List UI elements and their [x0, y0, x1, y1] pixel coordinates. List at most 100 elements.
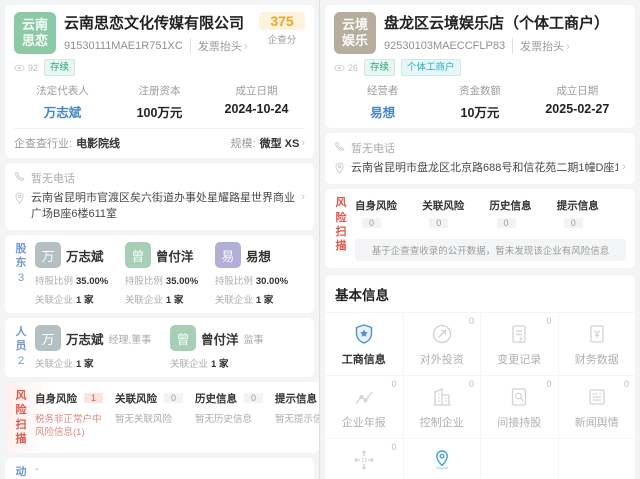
grid-item-indirect-holdings[interactable]: 0 间接持股: [480, 375, 558, 438]
fact-founded-date: 成立日期 2024-10-24: [208, 83, 305, 121]
grid-item-label: 对外投资: [420, 351, 464, 367]
change-record-icon: [507, 322, 531, 346]
address-row[interactable]: 云南省昆明市官渡区矣六街道办事处星耀路星世界商业广场B座6楼611室 ›: [14, 191, 305, 223]
grid-item-outbound-investment[interactable]: 0 对外投资: [403, 312, 481, 375]
doc-search-icon: [507, 385, 531, 409]
related-companies: 关联企业1 家: [170, 356, 305, 370]
dynamics-card[interactable]: 动态 - 被列入税务非正常户，列入机关：国家税务总局昆明市官渡区...: [5, 458, 314, 479]
company-head-text: 云南思恋文化传媒有限公司 91530111MAE1R751XC 发票抬头›: [64, 12, 259, 54]
invoice-title-label: 发票抬头: [520, 41, 564, 53]
shareholder-item[interactable]: 曾曾付洋 持股比例35.00% 关联企业1 家: [125, 242, 215, 306]
nearby-pin-icon: [430, 448, 454, 472]
grid-item-label: 企业年报: [342, 414, 386, 430]
grid-item-change-records[interactable]: 0 变更记录: [480, 312, 558, 375]
grid-item-annual-report[interactable]: 0 企业年报: [325, 375, 403, 438]
shareholder-item[interactable]: 易易想 持股比例30.00% 关联企业1 家: [215, 242, 305, 306]
view-count-value: 26: [348, 63, 358, 73]
shareholder-item[interactable]: 万万志斌 持股比例35.00% 关联企业1 家: [35, 242, 125, 306]
grid-item-controlled-companies[interactable]: 0 控制企业: [403, 375, 481, 438]
fact-value-link[interactable]: 易想: [334, 102, 431, 121]
fact-value-link[interactable]: 万志斌: [14, 102, 111, 121]
basic-info-title: 基本信息: [325, 284, 635, 312]
risk-name: 关联风险: [115, 393, 157, 405]
eye-icon: [334, 64, 345, 72]
grid-item-count: 0: [624, 379, 629, 389]
phone-status: 暂无电话: [31, 170, 75, 186]
company-head-text: 盘龙区云境娱乐店（个体工商户） 92530103MAECCFLP83 发票抬头›: [384, 12, 626, 54]
address-row[interactable]: 云南省昆明市盘龙区北京路688号和信花苑二期1幢D座1407 ›: [334, 161, 626, 177]
phone-icon: [334, 141, 346, 152]
fact-label: 经营者: [334, 83, 431, 98]
shareholder-name: 万志斌: [66, 246, 104, 265]
view-count: 26: [334, 63, 358, 73]
person-name: 万志斌: [66, 329, 104, 348]
dynamics-dash: -: [35, 465, 305, 475]
risk-col-self[interactable]: 自身风险0: [355, 196, 422, 232]
invoice-title-label: 发票抬头: [198, 41, 242, 53]
company-title: 盘龙区云境娱乐店（个体工商户）: [384, 12, 626, 33]
credit-code: 92530103MAECCFLP83: [384, 40, 505, 52]
risk-col-self[interactable]: 自身风险1 税务非正常户中风险信息(1): [35, 389, 115, 446]
risk-col-related[interactable]: 关联风险0: [422, 196, 489, 232]
industry-scale-row[interactable]: 企查查行业: 电影院线 规模: 微型 XS ›: [14, 128, 305, 151]
risk-name: 提示信息: [275, 393, 317, 405]
grid-item-financial-data[interactable]: 财务数据: [558, 312, 636, 375]
location-pin-icon: [14, 192, 26, 204]
risk-scan-card: 风险扫描 自身风险0 关联风险0 历史信息0 提示信息0 基于企查查收录的公开数…: [325, 189, 635, 268]
shareholders-section-label: 股东3: [14, 242, 28, 306]
view-count-value: 92: [28, 63, 38, 73]
grid-filler-cell: [558, 438, 636, 479]
risk-col-hint[interactable]: 提示信息 暂无提示信息: [275, 389, 319, 446]
grid-item-count: 0: [469, 316, 474, 326]
risk-count-badge: 1: [84, 393, 103, 403]
contact-card: 暂无电话 云南省昆明市盘龙区北京路688号和信花苑二期1幢D座1407 ›: [325, 133, 635, 184]
financial-doc-icon: [585, 322, 609, 346]
chevron-right-icon: ›: [244, 41, 248, 53]
chevron-right-icon: ›: [301, 137, 305, 149]
news-icon: [585, 385, 609, 409]
grid-item-suspected-relations[interactable]: 0 疑似关系: [325, 438, 403, 479]
personnel-item[interactable]: 万万志斌经理,董事 关联企业1 家: [35, 325, 170, 370]
investment-icon: [430, 322, 454, 346]
shareholder-name: 易想: [246, 246, 271, 265]
location-pin-icon: [334, 162, 346, 174]
risk-col-hint[interactable]: 提示信息0: [557, 196, 624, 232]
shareholding-ratio: 持股比例35.00%: [125, 273, 215, 287]
qcc-score-badge[interactable]: 375 企查分: [259, 12, 305, 46]
fact-label: 注册资本: [111, 83, 208, 98]
status-tag-row: 26 存续 个体工商户: [334, 59, 626, 76]
logo-text-line2: 思恋: [22, 33, 48, 49]
grid-filler-cell: [480, 438, 558, 479]
risk-columns: 自身风险0 关联风险0 历史信息0 提示信息0: [355, 196, 626, 232]
score-value: 375: [259, 12, 305, 30]
fact-capital-amount: 资金数额 10万元: [431, 83, 528, 121]
invoice-title-link[interactable]: 发票抬头›: [512, 38, 570, 54]
invoice-title-link[interactable]: 发票抬头›: [190, 38, 248, 54]
logo-text-line1: 云境: [342, 17, 368, 33]
risk-columns: 自身风险1 税务非正常户中风险信息(1) 关联风险0 暂无关联风险 历史信息0 …: [35, 389, 319, 446]
person-role: 监事: [244, 331, 264, 346]
key-facts-row: 法定代表人 万志斌 注册资本 100万元 成立日期 2024-10-24: [14, 83, 305, 121]
grid-item-business-info[interactable]: 工商信息: [325, 312, 403, 375]
dual-company-comparison: 云南 思恋 云南思恋文化传媒有限公司 91530111MAE1R751XC 发票…: [0, 0, 640, 479]
industry-value: 电影院线: [76, 135, 120, 151]
risk-col-history[interactable]: 历史信息0 暂无历史信息: [195, 389, 275, 446]
risk-col-history[interactable]: 历史信息0: [490, 196, 557, 232]
risk-col-related[interactable]: 关联风险0 暂无关联风险: [115, 389, 195, 446]
personnel-item[interactable]: 曾曾付洋监事 关联企业1 家: [170, 325, 305, 370]
shareholders-list: 万万志斌 持股比例35.00% 关联企业1 家 曾曾付洋 持股比例35.00% …: [35, 242, 305, 306]
company-header-card: 云南 思恋 云南思恋文化传媒有限公司 91530111MAE1R751XC 发票…: [5, 5, 314, 158]
building-icon: [430, 385, 454, 409]
shareholding-ratio: 持股比例35.00%: [35, 273, 125, 287]
risk-name: 历史信息: [195, 393, 237, 405]
fact-legal-rep: 法定代表人 万志斌: [14, 83, 111, 121]
grid-item-count: 0: [546, 316, 551, 326]
risk-desc: 暂无提示信息: [275, 413, 319, 426]
related-companies: 关联企业1 家: [35, 292, 125, 306]
grid-item-news-sentiment[interactable]: 0 新闻舆情: [558, 375, 636, 438]
grid-item-nearby-companies[interactable]: 附近企业: [403, 438, 481, 479]
company-header-row: 云南 思恋 云南思恋文化传媒有限公司 91530111MAE1R751XC 发票…: [14, 12, 305, 54]
logo-text-line2: 娱乐: [342, 33, 368, 49]
risk-scan-card: 风险扫描 自身风险1 税务非正常户中风险信息(1) 关联风险0 暂无关联风险 历…: [5, 382, 319, 453]
status-tag: 存续: [44, 59, 75, 76]
